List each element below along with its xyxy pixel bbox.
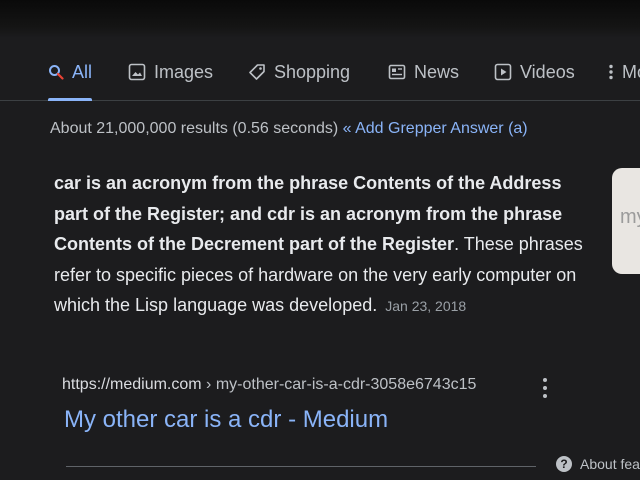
url-domain: https://medium.com (62, 376, 202, 393)
image-icon (128, 63, 146, 81)
divider (66, 466, 536, 467)
about-featured-snippets[interactable]: ? About fea (556, 456, 640, 472)
tab-more[interactable]: Mo (608, 58, 640, 86)
result-url[interactable]: https://medium.com › my-other-car-is-a-c… (62, 376, 476, 394)
tab-label: Shopping (274, 61, 351, 82)
tab-label: Videos (520, 61, 575, 82)
tab-label: All (72, 61, 93, 82)
tab-news[interactable]: News (388, 58, 459, 86)
tab-images[interactable]: Images (128, 58, 213, 86)
featured-snippet: car is an acronym from the phrase Conten… (54, 168, 594, 322)
result-options-icon[interactable] (540, 378, 550, 398)
snippet-date: Jan 23, 2018 (385, 298, 467, 314)
side-card[interactable]: my (612, 168, 640, 274)
newspaper-icon (388, 63, 406, 81)
tab-label: Mo (622, 61, 640, 82)
more-vert-icon (608, 63, 614, 81)
search-icon (48, 64, 64, 80)
search-tabs: All Images Shopping News Videos Mo (0, 52, 640, 101)
about-label: About fea (580, 456, 640, 472)
tab-label: News (414, 61, 460, 82)
side-card-text: my (620, 206, 640, 228)
question-icon: ? (556, 456, 572, 472)
tab-videos[interactable]: Videos (494, 58, 575, 86)
play-icon (494, 63, 512, 81)
tag-icon (248, 63, 266, 81)
tab-label: Images (154, 61, 214, 82)
tab-shopping[interactable]: Shopping (248, 58, 350, 86)
url-path: › my-other-car-is-a-cdr-3058e6743c15 (201, 376, 477, 393)
result-count: About 21,000,000 results (0.56 seconds) (50, 120, 339, 137)
result-stats: About 21,000,000 results (0.56 seconds) … (50, 120, 528, 138)
result-title-link[interactable]: My other car is a cdr - Medium (64, 406, 388, 434)
add-grepper-answer-link[interactable]: « Add Grepper Answer (a) (343, 120, 528, 137)
tab-all[interactable]: All (48, 58, 93, 101)
screen-bezel (0, 0, 640, 38)
